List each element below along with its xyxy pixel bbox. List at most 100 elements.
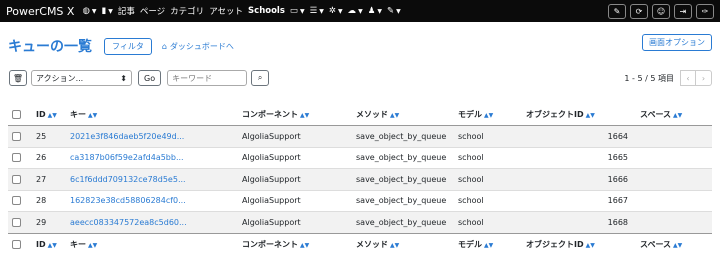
cell-space (636, 190, 712, 212)
chevron-right-icon: › (701, 73, 706, 83)
column-footer[interactable]: オブジェクトID ▲▼ (522, 232, 636, 255)
column-footer[interactable]: スペース ▲▼ (636, 232, 712, 255)
nav-comments-menu[interactable]: ☁ ▼ (348, 6, 363, 16)
trash-icon: 🗑 (12, 73, 24, 83)
nav-workspace[interactable]: Schools (248, 6, 285, 16)
keyword-input[interactable]: キーワード (167, 70, 248, 86)
go-button[interactable]: Go (138, 70, 162, 86)
column-footer-label: コンポーネント (242, 239, 298, 249)
chevron-down-icon: ▼ (91, 7, 97, 15)
cell-object-id: 1664 (607, 131, 628, 141)
column-footer[interactable]: モデル ▲▼ (454, 232, 522, 255)
nav-database-menu[interactable]: ☰ ▼ (310, 6, 324, 16)
column-header[interactable]: モデル ▲▼ (454, 104, 522, 126)
refresh-icon: ⟳ (635, 6, 643, 16)
cell-object-id: 1665 (607, 153, 628, 163)
table-header: ID ▲▼ キー ▲▼ コンポーネント ▲▼ メソッド ▲▼ モデル ▲▼ オブジェクトI… (8, 104, 712, 126)
cell-method: save_object_by_queue (356, 153, 447, 163)
cell-model: school (458, 153, 484, 163)
column-footer[interactable]: コンポーネント ▲▼ (238, 232, 352, 255)
column-footer[interactable]: キー ▲▼ (66, 232, 238, 255)
sort-icon: ▲▼ (585, 112, 595, 119)
nav-users-menu[interactable]: ♟ ▼ (368, 6, 382, 16)
select-all-cell (8, 104, 32, 126)
cell-key: ca3187b06f59e2afd4a5bb... (66, 147, 238, 169)
select-all-checkbox[interactable] (12, 110, 21, 119)
cell-id: 26 (36, 153, 47, 163)
column-header[interactable]: キー ▲▼ (66, 104, 238, 126)
logout-button[interactable]: ⇥ (674, 3, 692, 19)
action-select[interactable]: アクション... ⬍ (31, 70, 132, 86)
row-select-cell (8, 212, 32, 234)
nav-settings-menu[interactable]: ✲ ▼ (329, 6, 343, 16)
key-link[interactable]: 162823e38cd58806284cf0... (70, 196, 186, 205)
row-checkbox[interactable] (12, 153, 21, 163)
nav-tools-menu[interactable]: ✎ ▼ (387, 6, 401, 16)
column-header[interactable]: スペース ▲▼ (636, 104, 712, 126)
column-footer[interactable]: メソッド ▲▼ (352, 232, 454, 255)
nav-window-menu[interactable]: ▭ ▼ (290, 6, 305, 16)
cell-key: 162823e38cd58806284cf0... (66, 190, 238, 212)
home-icon: ⌂ (161, 41, 167, 51)
row-select-cell (8, 169, 32, 191)
column-header[interactable]: コンポーネント ▲▼ (238, 104, 352, 126)
cell-key: aeecc083347572ea8c5d60... (66, 212, 238, 234)
chevron-down-icon: ▼ (358, 7, 363, 15)
database-icon: ☰ (309, 6, 318, 16)
sort-icon: ▲▼ (300, 112, 310, 119)
row-checkbox[interactable] (12, 217, 21, 227)
column-footer-label: メソッド (356, 239, 388, 249)
dashboard-link-label: ダッシュボードへ (169, 41, 234, 51)
column-footer[interactable]: ID ▲▼ (32, 232, 66, 255)
brand-logo[interactable]: PowerCMS X (6, 5, 74, 18)
column-header[interactable]: オブジェクトID ▲▼ (522, 104, 636, 126)
dashboard-link[interactable]: ⌂ ダッシュボードへ (162, 41, 234, 52)
column-header[interactable]: メソッド ▲▼ (352, 104, 454, 126)
view-options-button[interactable]: 画面オプション (642, 34, 712, 51)
cell-component: AlgoliaSupport (242, 174, 301, 184)
tools-button[interactable]: ✑ (696, 3, 714, 19)
column-header-label: コンポーネント (242, 110, 298, 119)
item-count: 1 - 5 / 5 項目 (624, 73, 674, 83)
sort-icon: ▲▼ (484, 112, 494, 119)
chevron-down-icon: ▼ (377, 7, 382, 15)
sort-icon: ▲▼ (88, 241, 98, 249)
cell-key: 2021e3f846daeb5f20e49d... (66, 126, 238, 148)
top-navbar: PowerCMS X ◍ ▼ ▮ ▼ 記事 ページ カテゴリ アセット School… (0, 0, 720, 22)
row-select-cell (8, 126, 32, 148)
search-button[interactable]: ⌕ (251, 70, 270, 86)
sort-icon: ▲▼ (88, 112, 98, 119)
filter-button[interactable]: フィルタ (104, 37, 152, 55)
nav-globe-menu[interactable]: ◍ ▼ (82, 6, 96, 16)
refresh-button[interactable]: ⟳ (630, 3, 648, 19)
nav-item-entry[interactable]: 記事 (118, 5, 135, 17)
nav-bookmark-menu[interactable]: ▮ ▼ (102, 6, 113, 16)
row-checkbox[interactable] (12, 174, 21, 184)
prev-page-button[interactable]: ‹ (680, 70, 696, 86)
cell-component: AlgoliaSupport (242, 131, 301, 141)
column-header[interactable]: ID ▲▼ (32, 104, 66, 126)
chevron-down-icon: ▼ (337, 7, 343, 15)
key-link[interactable]: aeecc083347572ea8c5d60... (70, 218, 187, 227)
cell-space (636, 126, 712, 148)
nav-item-page[interactable]: ページ (140, 5, 165, 17)
cell-space (636, 212, 712, 234)
chevron-left-icon: ‹ (686, 73, 690, 83)
row-checkbox[interactable] (12, 196, 21, 206)
select-all-checkbox[interactable] (12, 239, 21, 249)
row-checkbox[interactable] (12, 131, 21, 141)
key-link[interactable]: 6c1f6ddd709132ce78d5e5... (70, 175, 186, 184)
delete-button[interactable]: 🗑 (9, 70, 27, 86)
gear-icon: ✲ (328, 6, 336, 16)
next-page-button[interactable]: › (696, 70, 712, 86)
nav-item-category[interactable]: カテゴリ (170, 5, 204, 17)
user-button[interactable]: ☺ (652, 3, 670, 19)
sort-icon: ▲▼ (673, 241, 683, 249)
cell-id: 29 (36, 217, 47, 227)
edit-button[interactable]: ✎ (608, 3, 626, 19)
cell-object-id: 1666 (607, 174, 628, 184)
key-link[interactable]: 2021e3f846daeb5f20e49d... (70, 132, 184, 141)
cell-key: 6c1f6ddd709132ce78d5e5... (66, 169, 238, 191)
nav-item-asset[interactable]: アセット (209, 5, 243, 17)
key-link[interactable]: ca3187b06f59e2afd4a5bb... (70, 153, 184, 162)
